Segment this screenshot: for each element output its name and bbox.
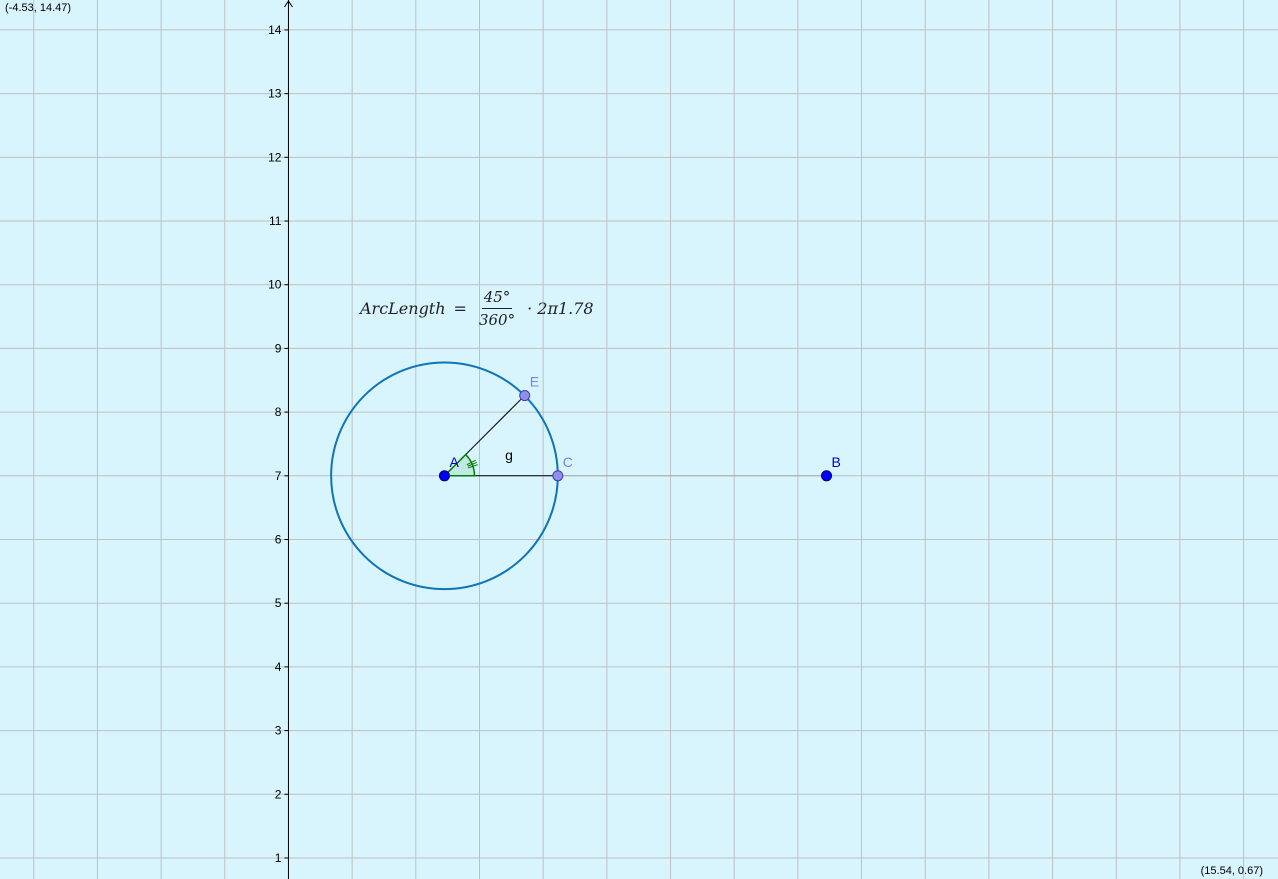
formula-equals: = <box>453 299 467 318</box>
y-axis-tick-label: 7 <box>275 469 282 483</box>
y-axis-tick-label: 14 <box>268 23 282 37</box>
point-label-a: A <box>449 454 459 470</box>
formula-denominator: 360° <box>478 311 516 329</box>
point-e[interactable] <box>519 390 531 402</box>
y-axis-tick-label: 6 <box>275 533 282 547</box>
y-axis-tick-label: 4 <box>275 660 282 674</box>
point-c[interactable] <box>552 470 564 482</box>
point-b[interactable] <box>821 470 833 482</box>
y-axis-tick-label: 5 <box>275 596 282 610</box>
formula-fraction: 45° 360° <box>479 288 515 329</box>
y-axis-tick-label: 3 <box>275 724 282 738</box>
formula-numerator: 45° <box>481 288 513 309</box>
y-axis-tick-label: 8 <box>275 405 282 419</box>
y-axis-tick-label: 1 <box>275 851 282 865</box>
view-corner-top-left: (-4.53, 14.47) <box>5 2 72 14</box>
y-axis-tick-label: 11 <box>269 214 282 228</box>
y-axis-tick-label: 13 <box>268 87 282 101</box>
point-label-b: B <box>832 454 841 470</box>
arc-length-formula[interactable]: ArcLength = 45° 360° · 2π1.78 <box>360 288 594 329</box>
graphics-canvas[interactable]: 1234567891011121314gA BCE <box>0 0 1278 879</box>
point-label-c: C <box>563 454 573 470</box>
point-label-e: E <box>530 374 539 390</box>
formula-lhs: ArcLength <box>360 299 446 318</box>
y-axis-tick-label: 10 <box>268 278 282 292</box>
y-axis-tick-label: 12 <box>268 150 282 164</box>
y-axis-tick-label: 2 <box>275 787 282 801</box>
formula-tail: · 2π1.78 <box>527 299 594 318</box>
y-axis-tick-label: 9 <box>275 341 282 355</box>
view-corner-bottom-right: (15.54, 0.67) <box>1200 865 1263 877</box>
segment-label-g: g <box>505 447 513 463</box>
graphics-view[interactable]: 1 2 3 4 5 6 7 8 9 10 11 12 13 14 g A B C E (-4.53, 14.47) … <box>0 0 1278 879</box>
point-a[interactable] <box>438 470 450 482</box>
